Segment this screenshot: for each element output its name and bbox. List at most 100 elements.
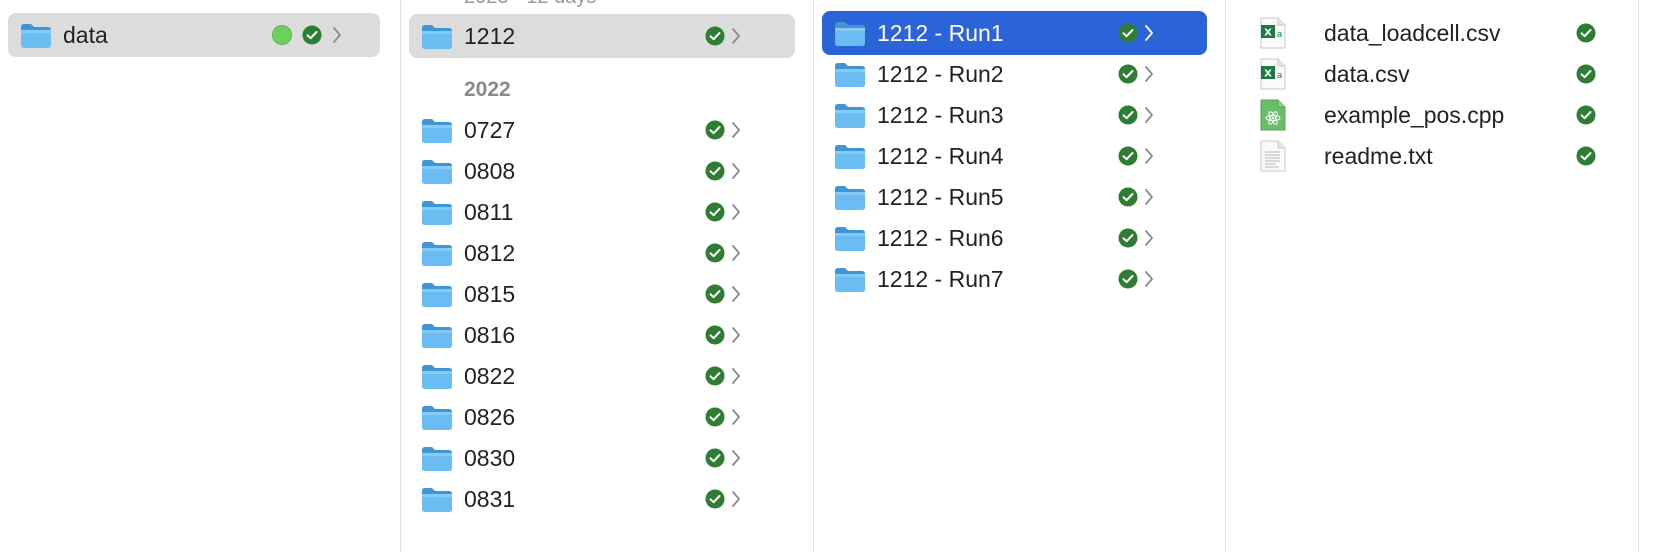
synced-check-icon — [302, 25, 322, 45]
folder-row[interactable]: 0727 — [409, 108, 795, 152]
folder-label: 0815 — [464, 281, 516, 307]
synced-check-icon — [1118, 64, 1138, 84]
folder-row[interactable]: 0815 — [409, 272, 795, 316]
folder-icon — [421, 241, 453, 267]
folder-icon — [834, 21, 866, 47]
file-label: data_loadcell.csv — [1324, 20, 1501, 46]
folder-label: 0826 — [464, 404, 516, 430]
chevron-right-icon — [731, 367, 741, 385]
column-runs[interactable]: 1212 - Run1 1212 - Run2 1212 - Run3 1212… — [814, 0, 1226, 552]
synced-check-icon — [705, 202, 725, 222]
folder-label: 1212 - Run3 — [877, 102, 1004, 128]
folder-label: 0811 — [464, 199, 514, 225]
folder-icon — [421, 118, 453, 144]
chevron-right-icon — [731, 121, 741, 139]
folder-row-1212[interactable]: 1212 — [409, 14, 795, 58]
folder-label: 1212 — [464, 23, 516, 49]
chevron-right-icon — [731, 244, 741, 262]
cpp-file-icon — [1260, 99, 1286, 131]
folder-label: 0727 — [464, 117, 516, 143]
column-dates[interactable]: 2023 · 12 days 1212 2022 0727 0808 0811 — [401, 0, 814, 552]
folder-row[interactable]: 0816 — [409, 313, 795, 357]
excel-file-icon — [1260, 17, 1286, 49]
synced-check-icon — [1576, 105, 1596, 125]
folder-label: 0822 — [464, 363, 516, 389]
column-browser: data 2023 · 12 days 1212 2022 0727 0808 — [0, 0, 1676, 552]
folder-label: 1212 - Run1 — [877, 20, 1004, 46]
chevron-right-icon — [731, 449, 741, 467]
file-row[interactable]: data_loadcell.csv — [1256, 11, 1608, 55]
folder-icon — [421, 364, 453, 390]
column-root[interactable]: data — [0, 0, 401, 552]
folder-row-data[interactable]: data — [8, 13, 380, 57]
file-row[interactable]: readme.txt — [1256, 134, 1608, 178]
folder-row-run1-selected[interactable]: 1212 - Run1 — [822, 11, 1207, 55]
folder-icon — [421, 446, 453, 472]
folder-row[interactable]: 0831 — [409, 477, 795, 521]
folder-icon — [834, 144, 866, 170]
folder-row[interactable]: 1212 - Run7 — [822, 257, 1207, 301]
folder-icon — [421, 282, 453, 308]
folder-icon — [834, 185, 866, 211]
chevron-right-icon — [1144, 188, 1154, 206]
synced-check-icon — [1118, 187, 1138, 207]
folder-row[interactable]: 1212 - Run4 — [822, 134, 1207, 178]
folder-icon — [20, 23, 52, 49]
folder-icon — [421, 405, 453, 431]
folder-icon — [834, 103, 866, 129]
folder-row[interactable]: 0811 — [409, 190, 795, 234]
folder-icon — [834, 267, 866, 293]
synced-check-icon — [1576, 146, 1596, 166]
folder-icon — [834, 62, 866, 88]
folder-row[interactable]: 0812 — [409, 231, 795, 275]
folder-row[interactable]: 1212 - Run6 — [822, 216, 1207, 260]
column-empty[interactable] — [1639, 0, 1676, 552]
folder-label: 1212 - Run4 — [877, 143, 1004, 169]
section-header-cut: 2023 · 12 days — [464, 0, 596, 9]
folder-row[interactable]: 0822 — [409, 354, 795, 398]
synced-check-icon — [705, 325, 725, 345]
folder-icon — [421, 200, 453, 226]
chevron-right-icon — [332, 26, 342, 44]
synced-check-icon — [1118, 146, 1138, 166]
green-tag-icon — [272, 25, 292, 45]
folder-icon — [421, 487, 453, 513]
chevron-right-icon — [1144, 229, 1154, 247]
synced-check-icon — [1576, 23, 1596, 43]
folder-label: 0831 — [464, 486, 516, 512]
folder-row[interactable]: 1212 - Run3 — [822, 93, 1207, 137]
chevron-right-icon — [1144, 147, 1154, 165]
folder-label: 0812 — [464, 240, 516, 266]
folder-icon — [834, 226, 866, 252]
folder-label: 0830 — [464, 445, 516, 471]
file-row[interactable]: data.csv — [1256, 52, 1608, 96]
folder-icon — [421, 24, 453, 50]
chevron-right-icon — [731, 326, 741, 344]
chevron-right-icon — [731, 285, 741, 303]
folder-row[interactable]: 0826 — [409, 395, 795, 439]
synced-check-icon — [1118, 228, 1138, 248]
file-row[interactable]: example_pos.cpp — [1256, 93, 1608, 137]
synced-check-icon — [705, 489, 725, 509]
folder-row[interactable]: 1212 - Run2 — [822, 52, 1207, 96]
folder-icon — [421, 159, 453, 185]
synced-check-icon — [705, 284, 725, 304]
folder-row[interactable]: 1212 - Run5 — [822, 175, 1207, 219]
synced-check-icon — [705, 120, 725, 140]
folder-label: 1212 - Run2 — [877, 61, 1004, 87]
synced-check-icon — [705, 448, 725, 468]
column-files[interactable]: data_loadcell.csv data.csv example_pos.c… — [1226, 0, 1639, 552]
synced-check-icon — [705, 407, 725, 427]
synced-check-icon — [1576, 64, 1596, 84]
synced-check-icon — [1118, 105, 1138, 125]
synced-check-icon — [1118, 23, 1138, 43]
synced-check-icon — [1118, 269, 1138, 289]
folder-label: data — [63, 22, 108, 48]
synced-check-icon — [705, 161, 725, 181]
folder-row[interactable]: 0808 — [409, 149, 795, 193]
synced-check-icon — [705, 26, 725, 46]
file-label: data.csv — [1324, 61, 1410, 87]
file-label: readme.txt — [1324, 143, 1433, 169]
synced-check-icon — [705, 243, 725, 263]
folder-row[interactable]: 0830 — [409, 436, 795, 480]
